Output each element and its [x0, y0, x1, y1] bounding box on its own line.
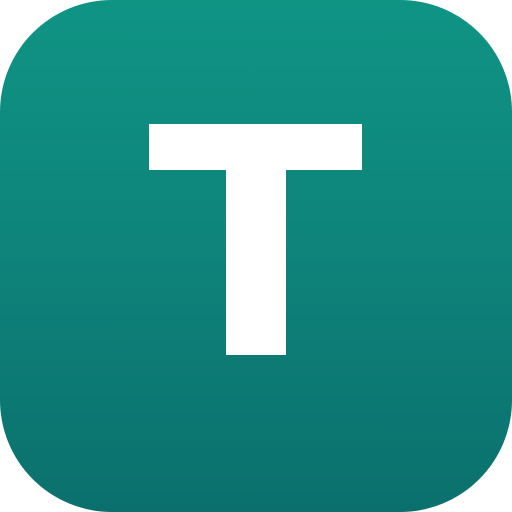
t-stem [226, 124, 286, 355]
app-icon [0, 0, 512, 512]
letter-t-glyph [149, 124, 362, 355]
